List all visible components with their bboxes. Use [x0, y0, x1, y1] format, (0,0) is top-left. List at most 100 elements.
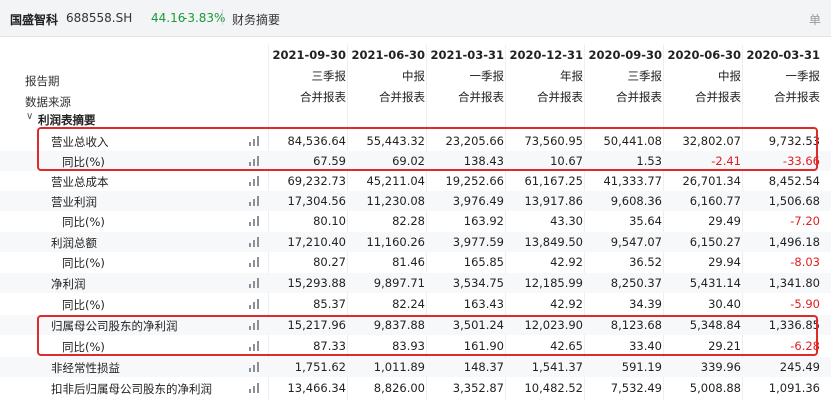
table-cell: 3,534.75	[452, 276, 504, 290]
table-cell: 29.49	[708, 214, 741, 228]
table-cell: 138.43	[463, 154, 504, 168]
bar-chart-icon-bar	[249, 202, 251, 206]
column-date: 2021-03-31	[430, 48, 504, 62]
column-header[interactable]: 2021-06-30 中报 合并报表	[347, 45, 425, 108]
table-row[interactable]: 营业总成本 69,232.73 45,211.04 19,252.66 61,167.2…	[0, 171, 831, 191]
table-cell: 61,167.25	[524, 174, 583, 188]
bar-chart-icon-bar	[249, 368, 251, 372]
bar-chart-icon-bar	[257, 237, 259, 247]
table-row[interactable]: 利润总额 17,210.40 11,160.26 3,977.59 13,849.50 9…	[0, 232, 831, 252]
section-income-statement-summary[interactable]: ∨ 利润表摘要	[0, 111, 831, 127]
bar-chart-icon-bar	[249, 243, 251, 247]
table-cell: 80.10	[313, 214, 346, 228]
column-date: 2020-09-30	[588, 48, 662, 62]
table-cell: 3,977.59	[452, 235, 504, 249]
column-report-type: 年报	[560, 69, 583, 83]
bar-chart-icon[interactable]	[249, 320, 263, 330]
bar-chart-icon[interactable]	[249, 362, 263, 372]
bar-chart-icon-bar	[257, 196, 259, 206]
column-date: 2020-12-31	[509, 48, 583, 62]
column-header[interactable]: 2020-03-31 一季报 合并报表	[742, 45, 820, 108]
table-cell: 17,304.56	[287, 194, 346, 208]
column-data-source: 合并报表	[458, 90, 504, 104]
column-data-source: 合并报表	[300, 90, 346, 104]
table-row[interactable]: 同比(%) 80.10 82.28 163.92 43.30 35.64 29.49 -7.2…	[0, 211, 831, 231]
column-header[interactable]: 2021-09-30 三季报 合并报表	[268, 45, 346, 108]
bar-chart-icon[interactable]	[249, 176, 263, 186]
table-cell: 29.94	[708, 255, 741, 269]
table-cell: 17,210.40	[287, 235, 346, 249]
bar-chart-icon-bar	[257, 136, 259, 146]
bar-chart-icon[interactable]	[249, 196, 263, 206]
table-row[interactable]: 归属母公司股东的净利润 15,217.96 9,837.88 3,501.24 12,0…	[0, 315, 831, 335]
stock-name: 国盛智科	[10, 13, 59, 27]
column-data-source: 合并报表	[695, 90, 741, 104]
column-date: 2020-06-30	[667, 48, 741, 62]
bar-chart-icon-bar	[253, 344, 255, 351]
bar-chart-icon-bar	[253, 139, 255, 146]
row-label: 营业总成本	[51, 175, 109, 189]
column-date: 2021-06-30	[351, 48, 425, 62]
table-cell: 245.49	[779, 360, 820, 374]
column-header[interactable]: 2020-12-31 年报 合并报表	[505, 45, 583, 108]
table-row[interactable]: 同比(%) 80.27 81.46 165.85 42.92 36.52 29.94 -8.0…	[0, 252, 831, 272]
bar-chart-icon[interactable]	[249, 257, 263, 267]
bar-chart-icon[interactable]	[249, 216, 263, 226]
bar-chart-icon-bar	[257, 362, 259, 372]
bar-chart-icon[interactable]	[249, 237, 263, 247]
table-cell: 12,185.99	[524, 276, 583, 290]
table-cell: -8.03	[790, 255, 820, 269]
table-row[interactable]: 同比(%) 85.37 82.24 163.43 42.92 34.39 30.40 -5.9…	[0, 294, 831, 314]
bar-chart-icon[interactable]	[249, 278, 263, 288]
table-cell: 42.65	[550, 339, 583, 353]
table-cell: 87.33	[313, 339, 346, 353]
stock-price: 44.16	[151, 11, 186, 25]
bar-chart-icon-bar	[249, 182, 251, 186]
table-cell: 9,732.53	[768, 134, 820, 148]
table-cell: 3,352.87	[452, 381, 504, 395]
tab-financial-summary[interactable]: 财务摘要	[232, 11, 280, 28]
column-header[interactable]: 2020-09-30 三季报 合并报表	[584, 45, 662, 108]
table-cell: 10,482.52	[524, 381, 583, 395]
bar-chart-icon[interactable]	[249, 136, 263, 146]
table-cell: 15,293.88	[287, 276, 346, 290]
table-row[interactable]: 营业总收入 84,536.64 55,443.32 23,205.66 73,560.9…	[0, 131, 831, 151]
table-cell: 163.43	[463, 297, 504, 311]
bar-chart-icon[interactable]	[249, 299, 263, 309]
chevron-down-icon[interactable]: ∨	[26, 111, 33, 122]
table-row[interactable]: 同比(%) 87.33 83.93 161.90 42.65 33.40 29.21 -6.2…	[0, 336, 831, 356]
bar-chart-icon-bar	[249, 389, 251, 393]
table-cell: 15,217.96	[287, 318, 346, 332]
table-cell: 591.19	[621, 360, 662, 374]
table-row[interactable]: 净利润 15,293.88 9,897.71 3,534.75 12,185.99 8,2…	[0, 273, 831, 293]
bar-chart-icon[interactable]	[249, 156, 263, 166]
table-cell: 9,837.88	[373, 318, 425, 332]
table-row[interactable]: 营业利润 17,304.56 11,230.08 3,976.49 13,917.86 9…	[0, 191, 831, 211]
table-cell: 6,160.77	[689, 194, 741, 208]
table-row[interactable]: 同比(%) 67.59 69.02 138.43 10.67 1.53 -2.41 -33.6…	[0, 151, 831, 171]
section-title: 利润表摘要	[38, 113, 96, 127]
table-row[interactable]: 非经常性损益 1,751.62 1,011.89 148.37 1,541.37 591.…	[0, 357, 831, 377]
table-cell: 11,230.08	[366, 194, 425, 208]
bar-chart-icon-bar	[253, 302, 255, 309]
column-header[interactable]: 2020-06-30 中报合并报表	[663, 45, 741, 108]
row-label: 非经常性损益	[51, 361, 120, 375]
bar-chart-icon-bar	[257, 320, 259, 330]
table-cell: 11,160.26	[366, 235, 425, 249]
table-row[interactable]: 扣非后归属母公司股东的净利润 13,466.34 8,826.00 3,352.87 1…	[0, 378, 831, 398]
column-report-type: 一季报	[469, 69, 505, 83]
column-header[interactable]: 2021-03-31 一季报合并报表	[426, 45, 504, 108]
table-cell: 85.37	[313, 297, 346, 311]
table-cell: 7,532.49	[610, 381, 662, 395]
bar-chart-icon[interactable]	[249, 383, 263, 393]
bar-chart-icon-bar	[253, 240, 255, 247]
table-cell: 13,849.50	[524, 235, 583, 249]
table-cell: 3,501.24	[452, 318, 504, 332]
column-report-type: 中报	[718, 69, 741, 83]
table-cell: 9,608.36	[610, 194, 662, 208]
table-cell: 50,441.08	[603, 134, 662, 148]
stock-header-bar: 国盛智科 688558.SH 44.16 -3.83% 财务摘要 单	[0, 0, 831, 37]
bar-chart-icon[interactable]	[249, 341, 263, 351]
table-cell: 81.46	[392, 255, 425, 269]
bar-chart-icon-bar	[257, 216, 259, 226]
